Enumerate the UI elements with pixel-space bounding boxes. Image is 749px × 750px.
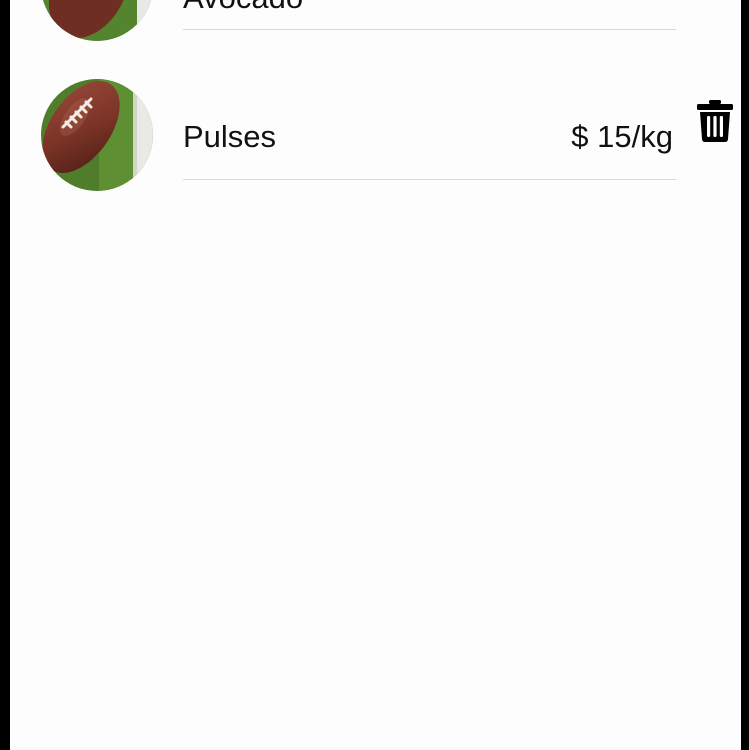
- item-thumbnail: [41, 0, 153, 41]
- list-item[interactable]: Pulses $ 15/kg: [10, 70, 741, 200]
- product-list-screen: Avocado: [10, 0, 741, 750]
- item-name: Avocado: [183, 0, 303, 13]
- item-name: Pulses: [183, 119, 277, 154]
- item-price: $ 15/kg: [571, 119, 673, 154]
- row-divider: [183, 178, 676, 180]
- trash-icon[interactable]: [697, 100, 733, 142]
- row-divider: [183, 28, 676, 30]
- item-thumbnail: [41, 79, 153, 191]
- list-item[interactable]: Avocado: [10, 0, 741, 50]
